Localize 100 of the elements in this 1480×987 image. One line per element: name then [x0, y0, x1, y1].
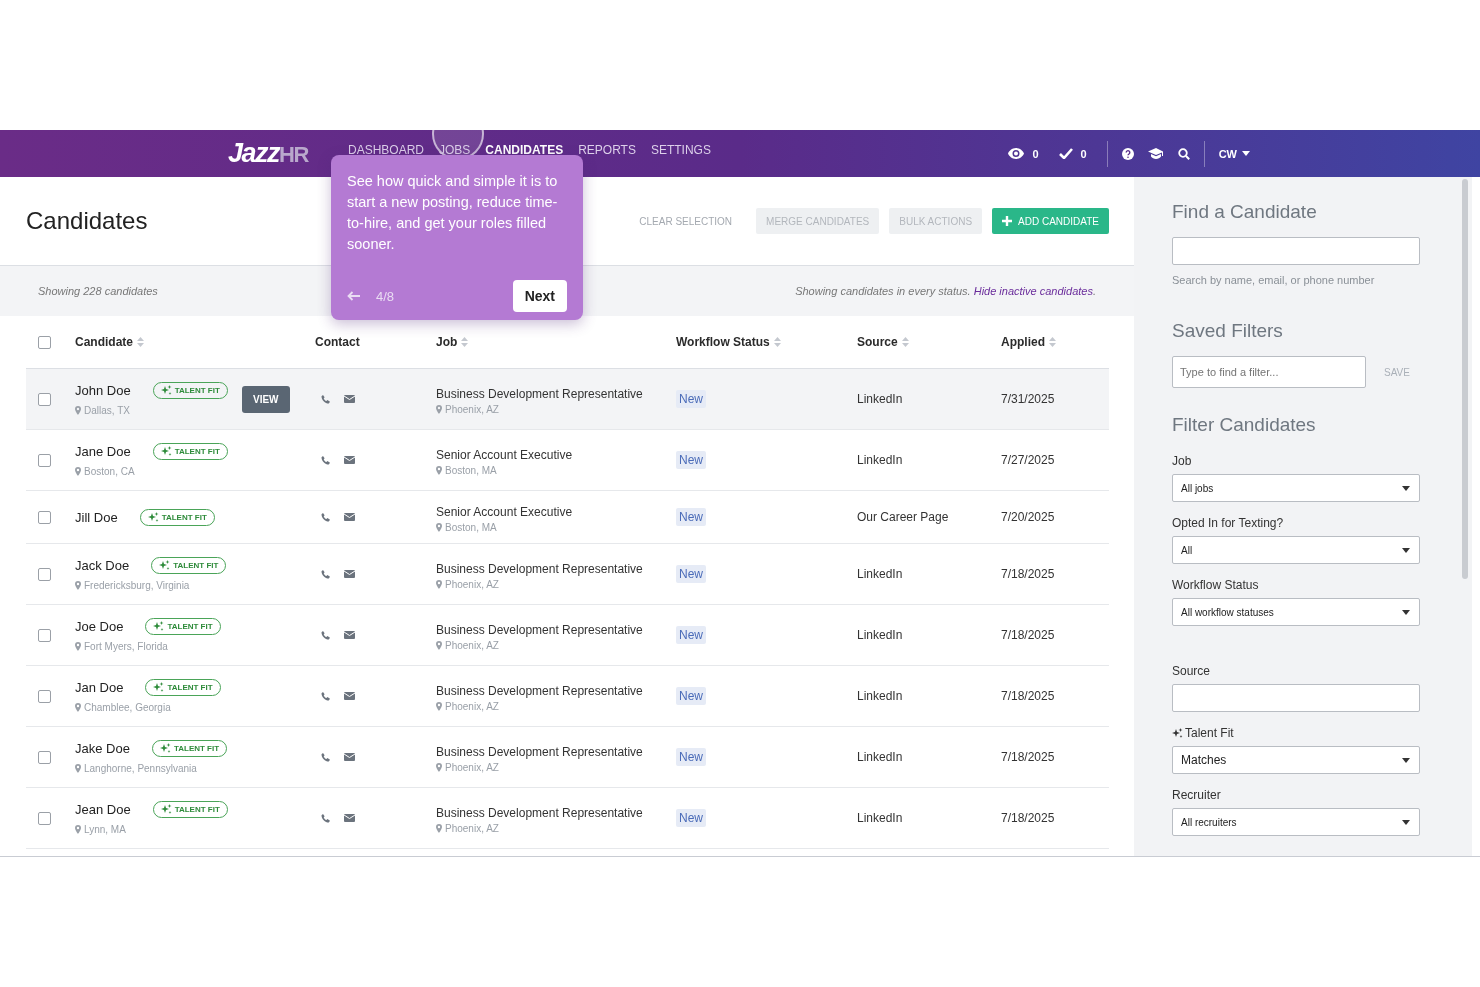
job-title[interactable]: Senior Account Executive [436, 504, 573, 519]
candidate-count: Showing 228 candidates [38, 285, 158, 297]
location-pin-icon [75, 642, 81, 651]
job-title[interactable]: Business Development Representative [436, 683, 643, 698]
nav-tab[interactable]: REPORTS [578, 142, 636, 157]
job-title[interactable]: Business Development Representative [436, 386, 643, 401]
table-row[interactable]: Joe Doe TALENT FIT Fort Myers, Florida Business Development Representative Phoenix, AZ New LinkedIn 7/18/2025 [26, 605, 1109, 666]
nav-tab[interactable]: SETTINGS [650, 142, 711, 157]
eye-icon[interactable] [1008, 148, 1025, 159]
candidate-name[interactable]: John Doe [75, 383, 131, 398]
filter-search-field[interactable]: Type to find a filter... [1172, 356, 1366, 388]
row-checkbox[interactable] [38, 453, 51, 467]
row-checkbox[interactable] [38, 510, 51, 524]
job-location: Phoenix, AZ [445, 403, 499, 415]
caret-icon [1402, 757, 1410, 763]
job-title[interactable]: Business Development Representative [436, 744, 643, 759]
logo[interactable]: JazzHR [228, 138, 338, 169]
candidate-name[interactable]: Jill Doe [75, 509, 118, 525]
search-hint: Search by name, email, or phone number [1172, 274, 1376, 286]
table-row[interactable]: Jack Doe TALENT FIT Fredericksburg, Virginia Business Development Representative Phoenix, AZ New LinkedIn 7/18/2025 [26, 544, 1109, 605]
phone-icon[interactable] [321, 630, 330, 640]
phone-icon[interactable] [321, 813, 330, 823]
column-header[interactable]: Source [857, 335, 898, 349]
search-field[interactable] [1172, 237, 1420, 265]
table-row[interactable]: Jean Doe TALENT FIT Lynn, MA Business Development Representative Phoenix, AZ New LinkedIn 7/18/2025 [26, 788, 1109, 849]
view-button[interactable]: VIEW [242, 385, 290, 413]
table-row[interactable]: John Doe TALENT FIT Dallas, TX VIEW Business Development Representative Phoenix, AZ New LinkedIn 7/31/2025 [26, 369, 1109, 430]
candidate-name[interactable]: Jan Doe [75, 680, 124, 695]
row-checkbox[interactable] [38, 689, 51, 703]
caret-icon [1402, 547, 1410, 553]
job-title[interactable]: Business Development Representative [436, 622, 643, 637]
row-checkbox[interactable] [38, 392, 51, 406]
column-header[interactable]: Contact [315, 335, 360, 349]
filter-label: Workflow Status [1172, 578, 1259, 592]
user-menu[interactable]: CW [1218, 147, 1250, 160]
table-row[interactable]: Jake Doe TALENT FIT Langhorne, Pennsylvania Business Development Representative Phoenix, AZ New LinkedIn 7/18/2025 [26, 727, 1109, 788]
next-button[interactable]: Next [512, 280, 567, 312]
check-icon[interactable] [1058, 148, 1073, 159]
mail-icon[interactable] [344, 753, 355, 761]
row-checkbox[interactable] [38, 750, 51, 764]
column-header[interactable]: Candidate [75, 335, 133, 349]
graduation-cap-icon[interactable] [1147, 148, 1164, 159]
filter-dropdown[interactable]: All workflow statuses [1172, 598, 1420, 626]
nav-tab[interactable]: DASHBOARD [348, 142, 424, 157]
filter-dropdown[interactable]: Matches [1172, 746, 1420, 774]
mail-icon[interactable] [344, 513, 355, 521]
phone-icon[interactable] [321, 691, 330, 701]
select-all-checkbox[interactable] [38, 335, 51, 349]
column-header[interactable]: Job [436, 335, 458, 349]
candidate-name[interactable]: Jane Doe [75, 444, 131, 459]
candidate-name[interactable]: Joe Doe [75, 619, 124, 634]
nav-tab[interactable]: CANDIDATES [485, 142, 564, 157]
location-pin-icon [75, 406, 81, 415]
caret-icon [1402, 609, 1410, 615]
row-checkbox[interactable] [38, 567, 51, 581]
mail-icon[interactable] [344, 692, 355, 700]
phone-icon[interactable] [321, 394, 330, 404]
column-header[interactable]: Applied [1001, 335, 1045, 349]
phone-icon[interactable] [321, 569, 330, 579]
source-cell: LinkedIn [857, 689, 903, 703]
status-tag: New [676, 508, 706, 526]
filter-input[interactable] [1172, 684, 1420, 712]
mail-icon[interactable] [344, 814, 355, 822]
table-row[interactable]: Jill Doe TALENT FIT Senior Account Executive Boston, MA New Our Career Page 7/20/2025 [26, 491, 1109, 544]
table-row[interactable]: Jane Doe TALENT FIT Boston, CA Senior Account Executive Boston, MA New LinkedIn 7/27/2025 [26, 430, 1109, 491]
job-title[interactable]: Business Development Representative [436, 805, 643, 820]
mail-icon[interactable] [344, 395, 355, 403]
candidate-location: Lynn, MA [84, 824, 126, 835]
candidate-name[interactable]: Jean Doe [75, 802, 131, 817]
row-checkbox[interactable] [38, 628, 51, 642]
candidate-name[interactable]: Jack Doe [75, 558, 130, 573]
mail-icon[interactable] [344, 631, 355, 639]
filter-dropdown[interactable]: All jobs [1172, 474, 1420, 502]
status-note: Showing candidates in every status. Hide inactive candidates. [795, 285, 1096, 297]
filter-dropdown[interactable]: All [1172, 536, 1420, 564]
back-arrow-icon[interactable] [347, 291, 360, 301]
search-icon[interactable] [1177, 147, 1190, 160]
job-title[interactable]: Business Development Representative [436, 561, 643, 576]
location-pin-icon [75, 467, 81, 476]
phone-icon[interactable] [321, 512, 330, 522]
location-pin-icon [436, 579, 442, 589]
scrollbar-thumb[interactable] [1462, 179, 1468, 579]
location-pin-icon [436, 762, 442, 772]
job-title[interactable]: Senior Account Executive [436, 447, 573, 462]
mail-icon[interactable] [344, 456, 355, 464]
row-checkbox[interactable] [38, 811, 51, 825]
job-location: Boston, MA [445, 521, 497, 533]
mail-icon[interactable] [344, 570, 355, 578]
source-cell: LinkedIn [857, 628, 903, 642]
job-location: Phoenix, AZ [445, 639, 499, 651]
nav-tab[interactable]: JOBS [439, 142, 471, 157]
location-pin-icon [436, 465, 442, 475]
phone-icon[interactable] [321, 752, 330, 762]
phone-icon[interactable] [321, 455, 330, 465]
column-header[interactable]: Workflow Status [676, 335, 770, 349]
candidate-name[interactable]: Jake Doe [75, 741, 130, 756]
help-icon[interactable] [1121, 147, 1134, 160]
table-row[interactable]: Jan Doe TALENT FIT Chamblee, Georgia Business Development Representative Phoenix, AZ New LinkedIn 7/18/2025 [26, 666, 1109, 727]
filter-dropdown[interactable]: All recruiters [1172, 808, 1420, 836]
location-pin-icon [436, 522, 442, 532]
